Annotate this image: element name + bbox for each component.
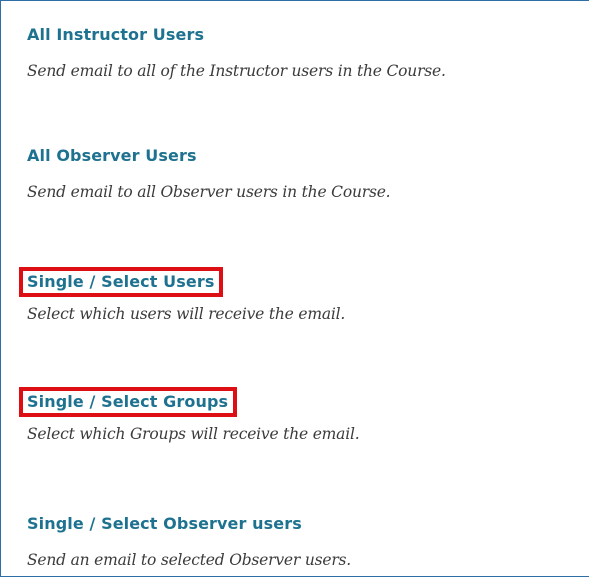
single-select-groups-description: Select which Groups will receive the ema… [27, 425, 360, 443]
single-select-groups-link[interactable]: Single / Select Groups [18, 387, 238, 417]
single-select-users-link[interactable]: Single / Select Users [18, 267, 224, 297]
single-select-observer-users-description: Send an email to selected Observer users… [27, 551, 352, 569]
all-observer-users-link[interactable]: All Observer Users [27, 146, 197, 166]
all-instructor-users-link[interactable]: All Instructor Users [27, 25, 204, 45]
email-recipient-options-panel: All Instructor Users Send email to all o… [0, 0, 589, 577]
all-observer-users-description: Send email to all Observer users in the … [27, 183, 391, 201]
single-select-observer-users-link[interactable]: Single / Select Observer users [27, 514, 302, 534]
single-select-users-description: Select which users will receive the emai… [27, 305, 346, 323]
all-instructor-users-description: Send email to all of the Instructor user… [27, 62, 446, 80]
